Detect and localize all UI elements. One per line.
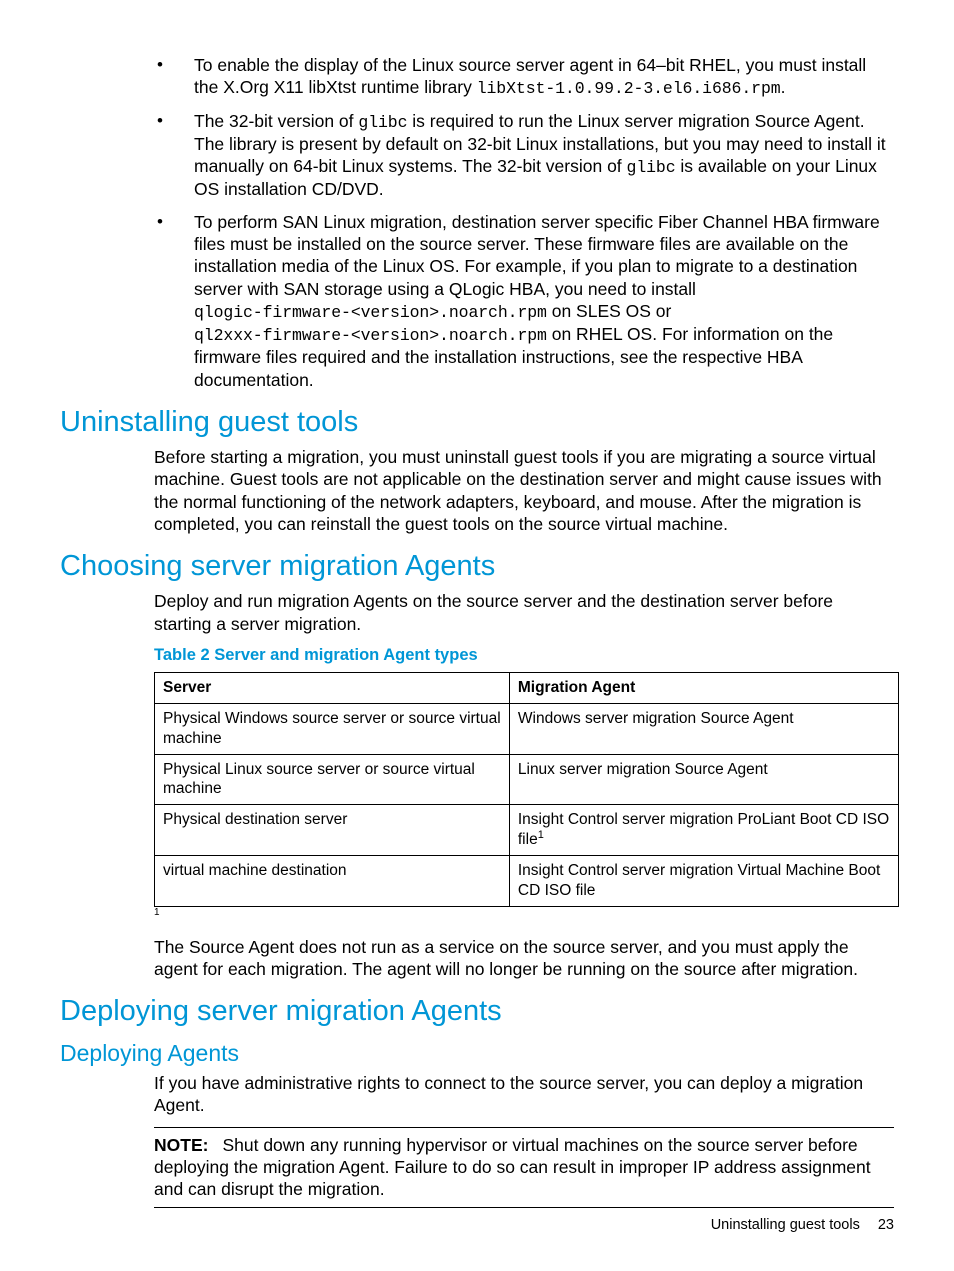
cell: virtual machine destination <box>155 855 510 906</box>
col-header-agent: Migration Agent <box>509 673 898 704</box>
prereq-bullet-list: To enable the display of the Linux sourc… <box>60 54 894 391</box>
footnote-marker: 1 <box>60 908 894 918</box>
subheading-deploying-agents: Deploying Agents <box>60 1039 894 1068</box>
bullet-item: To perform SAN Linux migration, destinat… <box>60 211 894 392</box>
text: To perform SAN Linux migration, destinat… <box>194 212 880 299</box>
body-text: Deploy and run migration Agents on the s… <box>60 590 894 635</box>
note-block: NOTE:Shut down any running hypervisor or… <box>154 1127 894 1208</box>
table-row: Physical destination server Insight Cont… <box>155 805 899 856</box>
cell: Windows server migration Source Agent <box>509 703 898 754</box>
body-text: If you have administrative rights to con… <box>60 1072 894 1117</box>
bullet-item: To enable the display of the Linux sourc… <box>60 54 894 100</box>
body-text: Before starting a migration, you must un… <box>60 446 894 536</box>
page-content: To enable the display of the Linux sourc… <box>0 0 954 1208</box>
body-text: The Source Agent does not run as a servi… <box>60 936 894 981</box>
cell: Insight Control server migration Virtual… <box>509 855 898 906</box>
heading-choosing-agents: Choosing server migration Agents <box>60 549 894 584</box>
footnote-ref: 1 <box>538 829 544 841</box>
cell: Physical Linux source server or source v… <box>155 754 510 805</box>
cell: Insight Control server migration ProLian… <box>509 805 898 856</box>
text: The 32-bit version of <box>194 111 358 131</box>
cell: Linux server migration Source Agent <box>509 754 898 805</box>
note-label: NOTE: <box>154 1135 208 1155</box>
table-row: Physical Linux source server or source v… <box>155 754 899 805</box>
note-body: Shut down any running hypervisor or virt… <box>154 1135 871 1200</box>
code: glibc <box>358 113 407 132</box>
text: on SLES OS or <box>547 301 672 321</box>
heading-deploying-agents: Deploying server migration Agents <box>60 994 894 1029</box>
cell: Physical Windows source server or source… <box>155 703 510 754</box>
table-header-row: Server Migration Agent <box>155 673 899 704</box>
text: . <box>781 77 786 97</box>
code: glibc <box>627 158 676 177</box>
heading-uninstalling-guest-tools: Uninstalling guest tools <box>60 405 894 440</box>
table-caption: Table 2 Server and migration Agent types <box>60 645 894 666</box>
code: ql2xxx-firmware-<version>.noarch.rpm <box>194 326 547 345</box>
cell-text: Insight Control server migration ProLian… <box>518 811 889 848</box>
page-footer: Uninstalling guest tools 23 <box>711 1216 894 1235</box>
code: qlogic-firmware-<version>.noarch.rpm <box>194 303 547 322</box>
cell: Physical destination server <box>155 805 510 856</box>
col-header-server: Server <box>155 673 510 704</box>
table-row: virtual machine destination Insight Cont… <box>155 855 899 906</box>
agent-types-table: Server Migration Agent Physical Windows … <box>154 672 899 906</box>
code: libXtst-1.0.99.2-3.el6.i686.rpm <box>477 79 781 98</box>
page-number: 23 <box>878 1217 894 1233</box>
table-row: Physical Windows source server or source… <box>155 703 899 754</box>
bullet-item: The 32-bit version of glibc is required … <box>60 110 894 201</box>
footer-title: Uninstalling guest tools <box>711 1217 860 1233</box>
